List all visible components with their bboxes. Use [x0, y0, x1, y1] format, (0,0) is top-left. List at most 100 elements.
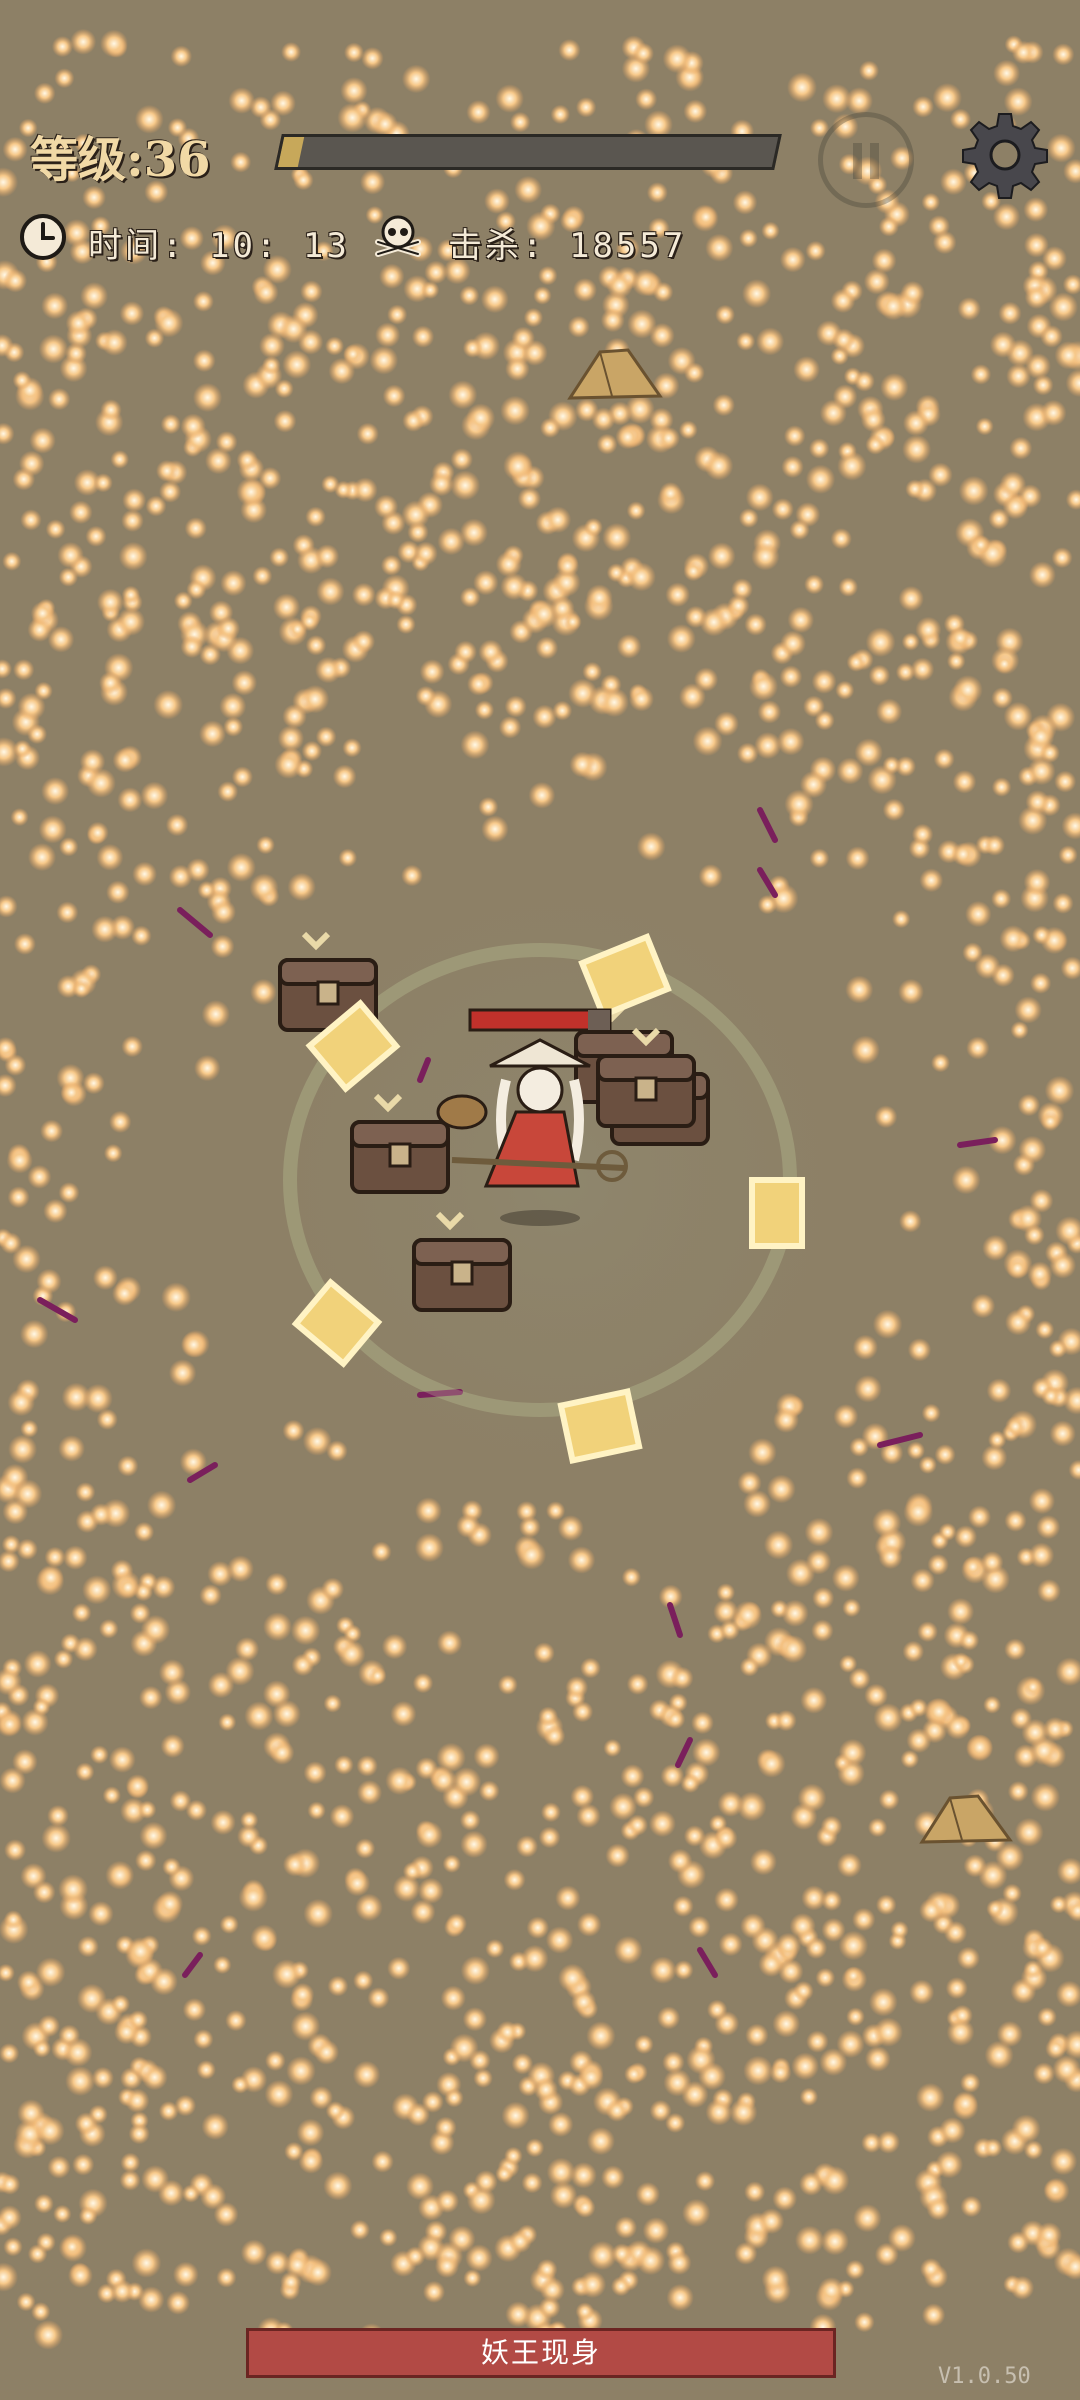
- exp-orb: [948, 626, 972, 650]
- time-value: 10: 13: [208, 226, 350, 266]
- exp-orb: [340, 77, 368, 105]
- exp-orb: [872, 1309, 903, 1340]
- exp-orb: [410, 1899, 436, 1925]
- exp-orb: [705, 2098, 733, 2126]
- exp-orb: [809, 848, 830, 869]
- exp-orb: [478, 796, 499, 817]
- exp-orb: [672, 1895, 694, 1918]
- exp-orb: [635, 2182, 660, 2207]
- exp-orb: [41, 1823, 71, 1853]
- exp-orb: [185, 1799, 208, 1822]
- exp-orb: [99, 1619, 119, 1639]
- exp-orb: [962, 1556, 984, 1578]
- exp-orb: [515, 1835, 539, 1858]
- exp-orb: [1040, 1111, 1061, 1132]
- gear-icon[interactable]: [960, 110, 1050, 200]
- exp-orb: [236, 449, 258, 471]
- exp-orb: [988, 1430, 1007, 1450]
- exp-orb: [698, 864, 723, 889]
- exp-orb: [835, 680, 855, 700]
- exp-orb: [533, 286, 552, 305]
- exp-orb: [10, 808, 29, 827]
- exp-orb: [799, 2087, 819, 2106]
- exp-orb: [569, 751, 596, 778]
- exp-orb: [838, 577, 859, 597]
- exp-orb: [1004, 1509, 1027, 1532]
- exp-orb: [986, 1378, 1012, 1404]
- exp-orb: [401, 864, 423, 887]
- exp-orb: [194, 1054, 221, 1082]
- exp-orb: [269, 547, 290, 568]
- exp-orb: [708, 1814, 728, 1833]
- exp-orb: [367, 1987, 390, 2010]
- exp-orb: [632, 42, 655, 64]
- exp-orb: [6, 1147, 33, 1174]
- pause-button[interactable]: [818, 112, 914, 208]
- exp-orb: [781, 1599, 809, 1628]
- exp-orb: [48, 387, 71, 411]
- exp-orb: [1025, 789, 1050, 815]
- exp-orb: [421, 281, 440, 299]
- exp-orb: [603, 1738, 622, 1758]
- exp-orb: [78, 2206, 98, 2226]
- exp-orb: [53, 2204, 72, 2224]
- exp-orb: [769, 2061, 792, 2084]
- exp-orb: [412, 1672, 434, 1694]
- exp-orb: [666, 624, 696, 654]
- game-field[interactable]: [0, 0, 1080, 2400]
- exp-orb: [296, 2118, 325, 2147]
- exp-orb: [852, 1907, 876, 1932]
- exp-orb: [772, 2009, 801, 2038]
- exp-orb: [353, 1970, 374, 1991]
- exp-orb: [264, 2079, 294, 2109]
- exp-orb: [291, 1653, 315, 1677]
- exp-orb: [1007, 1781, 1029, 1802]
- exp-orb: [991, 888, 1012, 909]
- exp-orb: [466, 100, 491, 125]
- exp-orb: [18, 450, 45, 477]
- exp-orb: [918, 1455, 937, 1474]
- exp-orb: [386, 590, 406, 610]
- exp-orb: [121, 585, 141, 605]
- exp-orb: [956, 1946, 981, 1970]
- exp-orb: [903, 1497, 934, 1527]
- exp-orb: [557, 1515, 584, 1542]
- exp-orb: [344, 1870, 371, 1897]
- exp-orb: [761, 2265, 790, 2294]
- exp-orb: [878, 1544, 903, 1570]
- exp-orb: [1048, 292, 1079, 322]
- exp-orb: [1041, 1386, 1061, 1406]
- exp-orb: [1021, 1718, 1049, 1747]
- exp-orb: [1029, 972, 1052, 994]
- exp-orb: [54, 68, 75, 89]
- exp-orb: [344, 42, 364, 63]
- exp-orb: [27, 2244, 48, 2264]
- exp-orb: [742, 279, 772, 309]
- exp-orb: [682, 2198, 711, 2228]
- exp-orb: [500, 395, 530, 426]
- exp-orb: [7, 1388, 35, 1417]
- exp-orb: [371, 1541, 392, 1563]
- exp-orb: [305, 635, 327, 656]
- exp-orb: [269, 1740, 295, 1765]
- exp-orb: [1018, 1135, 1047, 1164]
- exp-orb: [567, 1546, 596, 1574]
- exp-orb: [899, 1210, 922, 1233]
- exp-orb: [1027, 723, 1055, 751]
- exp-orb: [201, 1000, 230, 1029]
- exp-orb: [1032, 374, 1054, 396]
- exp-orb: [571, 1989, 597, 2015]
- exp-orb: [323, 1694, 342, 1713]
- exp-orb: [550, 104, 570, 125]
- exp-orb: [1044, 2179, 1066, 2201]
- exp-orb: [273, 409, 297, 433]
- exp-orb: [636, 832, 666, 861]
- exp-orb: [440, 1985, 466, 2011]
- exp-orb: [578, 2064, 604, 2090]
- exp-orb: [517, 486, 542, 511]
- exp-orb: [415, 685, 436, 707]
- exp-orb: [812, 1586, 835, 1610]
- exp-orb: [504, 695, 527, 718]
- exp-orb: [105, 1860, 135, 1890]
- exp-orb: [495, 2164, 514, 2183]
